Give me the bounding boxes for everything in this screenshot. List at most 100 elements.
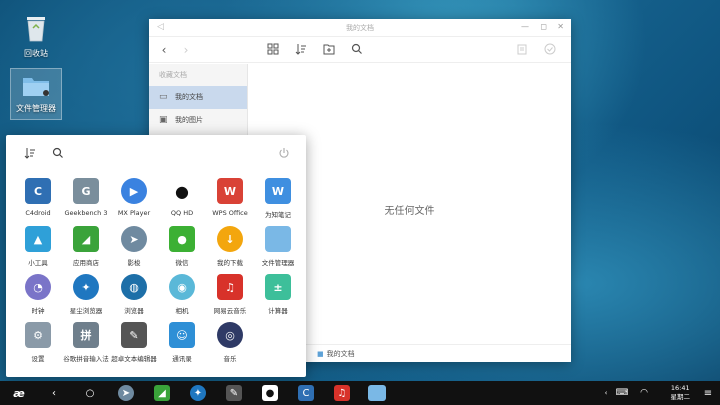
maximize-icon[interactable]: ◻ — [540, 22, 547, 31]
app-label: 相机 — [175, 307, 189, 315]
file-manager-label: 文件管理器 — [16, 104, 56, 113]
wechat-icon: ● — [169, 226, 195, 252]
app-wechat[interactable]: ● 微信 — [158, 226, 206, 274]
contacts-icon: ☺ — [169, 322, 195, 348]
app-settings[interactable]: ⚙ 设置 — [14, 322, 62, 370]
sidebar-item-label: 我的文档 — [175, 93, 203, 101]
app-label: 我的下载 — [217, 259, 243, 267]
app-wps-office[interactable]: W WPS Office — [206, 178, 254, 226]
nav-back-icon[interactable]: ‹ — [157, 43, 171, 57]
close-icon[interactable]: ✕ — [557, 22, 564, 31]
app-clock[interactable]: ◔ 时钟 — [14, 274, 62, 322]
taskbar-stardust-browser-icon[interactable]: ✦ — [190, 385, 206, 401]
app-grid: C C4droid G Geekbench 3 ▶ MX Player ● QQ HD … — [14, 178, 302, 370]
window-title: 我的文档 — [346, 24, 374, 32]
keyboard-icon[interactable]: ⌨ — [614, 385, 630, 401]
image-icon: ▣ — [159, 115, 168, 125]
home-icon[interactable]: ○ — [82, 385, 98, 401]
sidebar-item-my-documents[interactable]: ▭ 我的文档 — [149, 86, 247, 109]
taskbar-netease-music-icon[interactable]: ♫ — [334, 385, 350, 401]
taskbar-text-editor-icon[interactable]: ✎ — [226, 385, 242, 401]
app-mx-player[interactable]: ▶ MX Player — [110, 178, 158, 226]
search-icon[interactable] — [52, 147, 64, 162]
app-file-manager[interactable]: 文件管理器 — [254, 226, 302, 274]
grid-view-icon[interactable] — [266, 43, 280, 57]
app-label: 文件管理器 — [261, 259, 295, 267]
notification-menu-icon[interactable]: ≡ — [700, 385, 716, 401]
globe-icon: ◍ — [121, 274, 147, 300]
app-label: Geekbench 3 — [64, 209, 108, 217]
toolbar: ‹ › — [149, 37, 571, 63]
app-shadowsocks[interactable]: ➤ 影梭 — [110, 226, 158, 274]
wiz-note-icon: W — [265, 178, 291, 204]
check-icon[interactable] — [543, 43, 557, 57]
clipboard-icon[interactable] — [515, 43, 529, 57]
app-label: C4droid — [25, 209, 51, 217]
app-label: QQ HD — [170, 209, 194, 217]
search-icon[interactable] — [350, 43, 364, 57]
app-label: WPS Office — [212, 209, 248, 217]
taskbar-c4droid-icon[interactable]: C — [298, 385, 314, 401]
sidebar-heading: 收藏文档 — [159, 71, 187, 79]
app-label: 微信 — [175, 259, 189, 267]
app-camera[interactable]: ◉ 相机 — [158, 274, 206, 322]
clock-weekday: 星期二 — [670, 393, 691, 401]
clock[interactable]: 16:41 星期二 — [671, 384, 691, 402]
nav-forward-icon[interactable]: › — [179, 43, 193, 57]
stardust-browser-icon: ✦ — [73, 274, 99, 300]
app-c4droid[interactable]: C C4droid — [14, 178, 62, 226]
taskbar-shadowsocks-icon[interactable]: ➤ — [118, 385, 134, 401]
app-stardust-browser[interactable]: ✦ 星尘浏览器 — [62, 274, 110, 322]
sidebar-item-my-pictures[interactable]: ▣ 我的图片 — [149, 109, 247, 132]
wps-icon: W — [217, 178, 243, 204]
calculator-icon: ± — [265, 274, 291, 300]
text-editor-icon: ✎ — [121, 322, 147, 348]
breadcrumb[interactable]: ■ 我的文档 — [317, 349, 355, 359]
app-calculator[interactable]: ± 计算器 — [254, 274, 302, 322]
new-folder-icon[interactable] — [322, 43, 336, 57]
geekbench-icon: G — [73, 178, 99, 204]
sort-icon[interactable] — [294, 43, 308, 57]
taskbar-app-store-icon[interactable]: ◢ — [154, 385, 170, 401]
wifi-icon[interactable]: ◠ — [636, 385, 652, 401]
app-netease-music[interactable]: ♫ 网易云音乐 — [206, 274, 254, 322]
app-label: 网易云音乐 — [213, 307, 247, 315]
app-label: 计算器 — [268, 307, 288, 315]
taskbar: æ ‹ ○ ➤ ◢ ✦ ✎ ● C ♫ ‹ ⌨ ◠ 16:41 星期二 ≡ — [0, 381, 720, 405]
qq-icon: ● — [169, 178, 195, 204]
chevron-left-icon[interactable]: ‹ — [598, 385, 614, 401]
app-text-editor[interactable]: ✎ 超卓文本编辑器 — [110, 322, 158, 370]
app-browser[interactable]: ◍ 浏览器 — [110, 274, 158, 322]
back-icon[interactable]: ‹ — [46, 385, 62, 401]
app-store[interactable]: ◢ 应用商店 — [62, 226, 110, 274]
download-icon: ↓ — [217, 226, 243, 252]
sort-list-icon[interactable] — [24, 147, 36, 162]
desktop-icon-recycle-bin[interactable]: 回收站 — [10, 10, 62, 59]
app-wiz-note[interactable]: W 为知笔记 — [254, 178, 302, 226]
app-label: MX Player — [117, 209, 151, 217]
play-icon: ▶ — [121, 178, 147, 204]
folder-icon — [23, 78, 49, 96]
power-icon[interactable] — [278, 147, 290, 162]
folder-icon: ▭ — [159, 92, 168, 102]
app-label: 为知笔记 — [265, 211, 291, 219]
app-label: 影梭 — [127, 259, 141, 267]
app-tools[interactable]: ▲ 小工具 — [14, 226, 62, 274]
taskbar-qq-icon[interactable]: ● — [262, 385, 278, 401]
shadowsocks-icon: ➤ — [121, 226, 147, 252]
minimize-icon[interactable]: — — [521, 22, 529, 31]
gear-icon: ⚙ — [25, 322, 51, 348]
app-google-pinyin[interactable]: 拼谷歌拼音输入法 — [62, 322, 110, 370]
desktop-icon-file-manager[interactable]: 文件管理器 — [10, 68, 62, 120]
app-contacts[interactable]: ☺ 通讯录 — [158, 322, 206, 370]
app-label: 应用商店 — [73, 259, 99, 267]
app-geekbench[interactable]: G Geekbench 3 — [62, 178, 110, 226]
taskbar-file-manager-icon[interactable] — [368, 385, 386, 401]
app-downloads[interactable]: ↓ 我的下载 — [206, 226, 254, 274]
start-menu-logo-icon[interactable]: æ — [8, 385, 30, 401]
app-qq-hd[interactable]: ● QQ HD — [158, 178, 206, 226]
recycle-bin-icon — [27, 17, 45, 42]
app-label: 超卓文本编辑器 — [111, 355, 157, 363]
app-store-icon: ◢ — [73, 226, 99, 252]
app-music[interactable]: ◎ 音乐 — [206, 322, 254, 370]
